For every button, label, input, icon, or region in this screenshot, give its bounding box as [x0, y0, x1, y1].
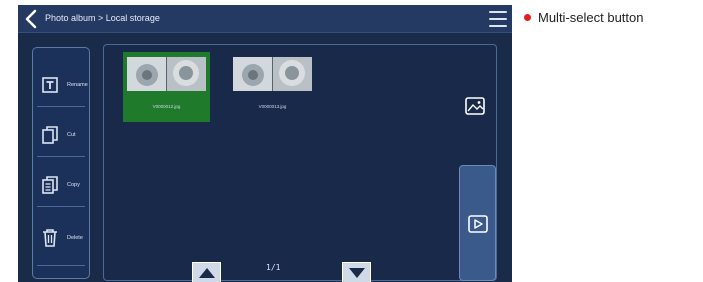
page-up-button[interactable]: [192, 262, 221, 282]
delete-button[interactable]: Delete: [33, 213, 89, 262]
breadcrumb-title: Photo album > Local storage: [45, 13, 160, 23]
device-screen: Photo album > Local storage Rename Cut C…: [18, 5, 512, 282]
callout-annotation: Multi-select button: [524, 10, 644, 25]
copy-button[interactable]: Copy: [33, 160, 89, 209]
chevron-left-icon: [25, 9, 37, 29]
photo-thumbnail[interactable]: V0000013.jpg: [229, 52, 316, 122]
photo-thumbnail-selected[interactable]: V0000012.jpg: [123, 52, 210, 122]
trash-icon: [36, 224, 64, 252]
photo-image: [233, 57, 312, 91]
page-indicator: 1/1: [266, 263, 281, 272]
rename-icon: [36, 71, 64, 99]
play-icon: [468, 215, 488, 233]
hamburger-menu-icon: [489, 11, 507, 13]
page-down-button[interactable]: [342, 262, 371, 282]
divider: [37, 265, 85, 266]
divider: [37, 156, 85, 157]
delete-label: Delete: [67, 234, 83, 241]
photo-filename: V0000012.jpg: [152, 104, 181, 109]
title-bar: Photo album > Local storage: [18, 5, 512, 33]
photo-grid-panel: V0000012.jpg V0000013.jpg: [103, 44, 497, 281]
back-button[interactable]: [20, 7, 42, 31]
gallery-view-button[interactable]: [464, 96, 486, 116]
cut-icon: [36, 121, 64, 149]
copy-icon: [36, 171, 64, 199]
cut-label: Cut: [67, 131, 76, 138]
photo-image: [127, 57, 206, 91]
photo-filename: V0000013.jpg: [258, 104, 287, 109]
divider: [37, 106, 85, 107]
callout-label: Multi-select button: [538, 10, 644, 25]
rename-label: Rename: [67, 81, 88, 88]
cut-button[interactable]: Cut: [33, 110, 89, 159]
bullet-dot-icon: [524, 14, 531, 21]
gallery-icon: [465, 97, 485, 115]
copy-label: Copy: [67, 181, 80, 188]
slideshow-play-button[interactable]: [459, 165, 496, 281]
sidebar: Rename Cut Copy Delete: [32, 47, 90, 279]
multi-select-menu-button[interactable]: [489, 11, 507, 27]
rename-button[interactable]: Rename: [33, 60, 89, 109]
divider: [37, 206, 85, 207]
